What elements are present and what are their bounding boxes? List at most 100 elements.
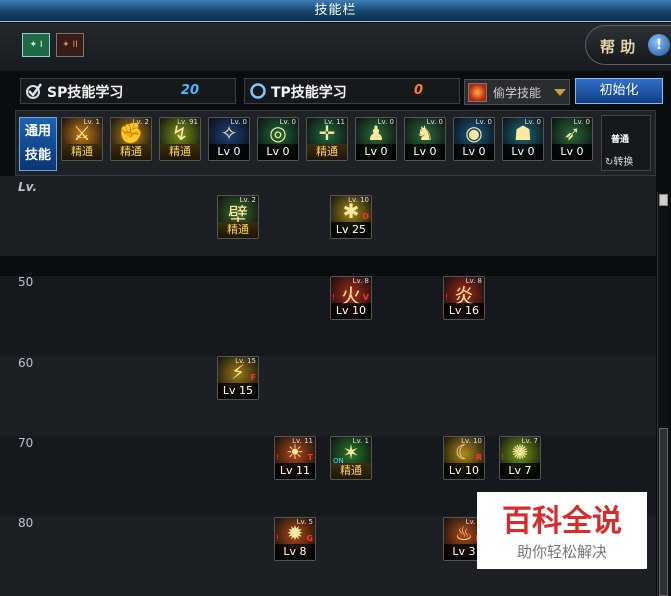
watermark: 百科全说 助你轻松解决 — [477, 492, 647, 569]
wing-icon: ✧ Lv. 0 Lv 0 — [208, 117, 250, 161]
sp-value: 20 — [180, 83, 199, 98]
skill-level-badge: Lv. 0 — [377, 118, 394, 126]
skill-caption: 精通 — [331, 463, 371, 479]
skill-slot[interactable]: ✺ Lv. 7! Lv 7 — [499, 436, 541, 480]
tree-band — [0, 356, 656, 436]
skill-caption: 精通 — [307, 144, 347, 160]
skill-slot[interactable]: 炎 Lv. 8! Lv 16 — [443, 276, 485, 320]
skill-level-badge: Lv. 2 — [132, 118, 149, 126]
skill-level-badge: Lv. 0 — [426, 118, 443, 126]
skill-caption: Lv 8 — [275, 544, 315, 560]
skill-caption: Lv 0 — [209, 144, 249, 160]
skill-slot[interactable]: ✊ Lv. 2 精通 — [110, 117, 152, 161]
skill-level-badge: Lv. 91 — [177, 118, 198, 126]
skill-caption: Lv 11 — [275, 463, 315, 479]
skill-level-badge: Lv. 8 — [465, 277, 482, 285]
skill-slot[interactable]: 火 Lv. 8 V! Lv 10 — [330, 276, 372, 320]
skill-slot[interactable]: ◎ Lv. 0 Lv 0 — [257, 117, 299, 161]
skill-page-tab-2[interactable]: ✦ II — [56, 33, 84, 57]
normal-badge: 普通 — [611, 135, 630, 145]
skill-caption: Lv 10 — [331, 303, 371, 319]
skill-slot[interactable]: ✹ Lv. 5 G! Lv 8 — [274, 517, 316, 561]
skill-page-tab-1[interactable]: ✦ I — [22, 33, 50, 57]
skill-slot[interactable]: ♟ Lv. 0 Lv 0 — [355, 117, 397, 161]
skill-slot[interactable]: ✛ Lv. 11 精通 — [306, 117, 348, 161]
skill-level-badge: Lv. 0 — [524, 118, 541, 126]
skill-slot[interactable]: ♞ Lv. 0 Lv 0 — [404, 117, 446, 161]
skill-caption: Lv 0 — [258, 144, 298, 160]
skill-slot[interactable]: ➶ Lv. 0 Lv 0 — [551, 117, 593, 161]
blade-icon: ⚔ Lv. 1 精通 — [61, 117, 103, 161]
body-icon: ☗ Lv. 0 Lv 0 — [502, 117, 544, 161]
tp-skill-learning: TP技能学习 0 — [244, 78, 460, 104]
skill-caption: 精通 — [62, 144, 102, 160]
tree-level-70: 70 — [18, 436, 34, 450]
skill-tree-scrollbar[interactable] — [657, 192, 669, 596]
steal-skill-dropdown[interactable]: 偷学技能 — [464, 79, 570, 105]
info-icon: ! — [648, 34, 670, 56]
warning-icon: ! — [276, 453, 280, 462]
skill-hotkey-tag: V — [362, 293, 369, 302]
skill-level-badge: Lv. 1 — [352, 437, 369, 445]
skill-caption: 精通 — [160, 144, 200, 160]
skill-caption: Lv 10 — [444, 463, 484, 479]
skill-caption: Lv 0 — [405, 144, 445, 160]
help-button[interactable]: 帮 助 ! — [585, 25, 671, 65]
figure-icon: ♟ Lv. 0 Lv 0 — [355, 117, 397, 161]
skill-caption: Lv 16 — [444, 303, 484, 319]
tp-value: 0 — [413, 83, 423, 98]
skill-level-badge: Lv. 0 — [475, 118, 492, 126]
skill-level-badge: Lv. 7 — [521, 437, 538, 445]
skill-slot[interactable]: ☗ Lv. 0 Lv 0 — [502, 117, 544, 161]
chevron-down-icon — [554, 89, 566, 96]
tree-level-50: 50 — [18, 275, 34, 289]
help-label: 帮 助 — [600, 38, 636, 56]
skill-hotkey-tag: D — [362, 212, 369, 221]
skill-slot[interactable]: ✶ Lv. 1 ON 精通 — [330, 436, 372, 480]
scroll-thumb[interactable] — [659, 428, 668, 596]
skill-slot[interactable]: ✱ Lv. 10 D Lv 25 — [330, 195, 372, 239]
ring-icon — [250, 83, 266, 99]
leap-icon: ➶ Lv. 0 Lv 0 — [551, 117, 593, 161]
skill-hotkey-tag: R — [475, 453, 482, 462]
fire-burst-icon: 炎 Lv. 8! Lv 16 — [443, 276, 485, 320]
skill-caption: Lv 0 — [503, 144, 543, 160]
skill-level-badge: Lv. 2 — [239, 196, 256, 204]
skill-slot[interactable]: ⚔ Lv. 1 精通 — [61, 117, 103, 161]
scroll-up-arrow-icon[interactable] — [659, 194, 668, 206]
burst-icon: ✺ Lv. 7! Lv 7 — [499, 436, 541, 480]
tp-label: TP技能学习 — [271, 85, 347, 101]
skill-slot[interactable]: ↯ Lv. 91 精通 — [159, 117, 201, 161]
common-skill-bar: 通用技能 ⚔ Lv. 1 精通 ✊ Lv. 2 精通 ↯ Lv. 91 精通 ✧ Lv. 0 Lv 0… — [15, 110, 656, 176]
skill-caption: Lv 0 — [356, 144, 396, 160]
sun-icon: ☀ Lv. 11 T! Lv 11 — [274, 436, 316, 480]
skill-hotkey-tag: T — [307, 453, 313, 462]
sp-label: SP技能学习 — [47, 85, 124, 101]
skill-slot[interactable]: 壁 Lv. 2 精通 — [217, 195, 259, 239]
skill-hotkey-tag: F — [250, 373, 256, 382]
initialize-button[interactable]: 初始化 — [575, 78, 663, 104]
tree-band — [0, 276, 656, 356]
skill-caption: 精通 — [111, 144, 151, 160]
vortex-icon: ✹ Lv. 5 G! Lv 8 — [274, 517, 316, 561]
skill-slot[interactable]: ☾ Lv. 10 R Lv 10 — [443, 436, 485, 480]
skill-hotkey-tag: G — [306, 534, 313, 543]
fire-burst-icon: 火 Lv. 8 V! Lv 10 — [330, 276, 372, 320]
skill-level-badge: Lv. 11 — [324, 118, 345, 126]
flame-icon — [468, 83, 487, 102]
warning-icon: ! — [445, 293, 449, 302]
warning-icon: ! — [332, 293, 336, 302]
watermark-subtitle: 助你轻松解决 — [516, 543, 607, 561]
normal-attack-switch[interactable]: 普通 ↻转换 — [601, 115, 651, 171]
skill-slot[interactable]: ◉ Lv. 0 Lv 0 — [453, 117, 495, 161]
skill-slot[interactable]: ☀ Lv. 11 T! Lv 11 — [274, 436, 316, 480]
skill-level-badge: Lv. 8 — [352, 277, 369, 285]
kick-icon: ↯ Lv. 91 精通 — [159, 117, 201, 161]
skill-level-badge: Lv. 15 — [235, 357, 256, 365]
switch-label: ↻转换 — [605, 157, 634, 168]
skill-slot[interactable]: ⚡ Lv. 15 F Lv 15 — [217, 356, 259, 400]
tree-level-80: 80 — [18, 516, 34, 530]
skill-slot[interactable]: ✧ Lv. 0 Lv 0 — [208, 117, 250, 161]
crescent-icon: ☾ Lv. 10 R Lv 10 — [443, 436, 485, 480]
tree-band — [0, 176, 656, 256]
